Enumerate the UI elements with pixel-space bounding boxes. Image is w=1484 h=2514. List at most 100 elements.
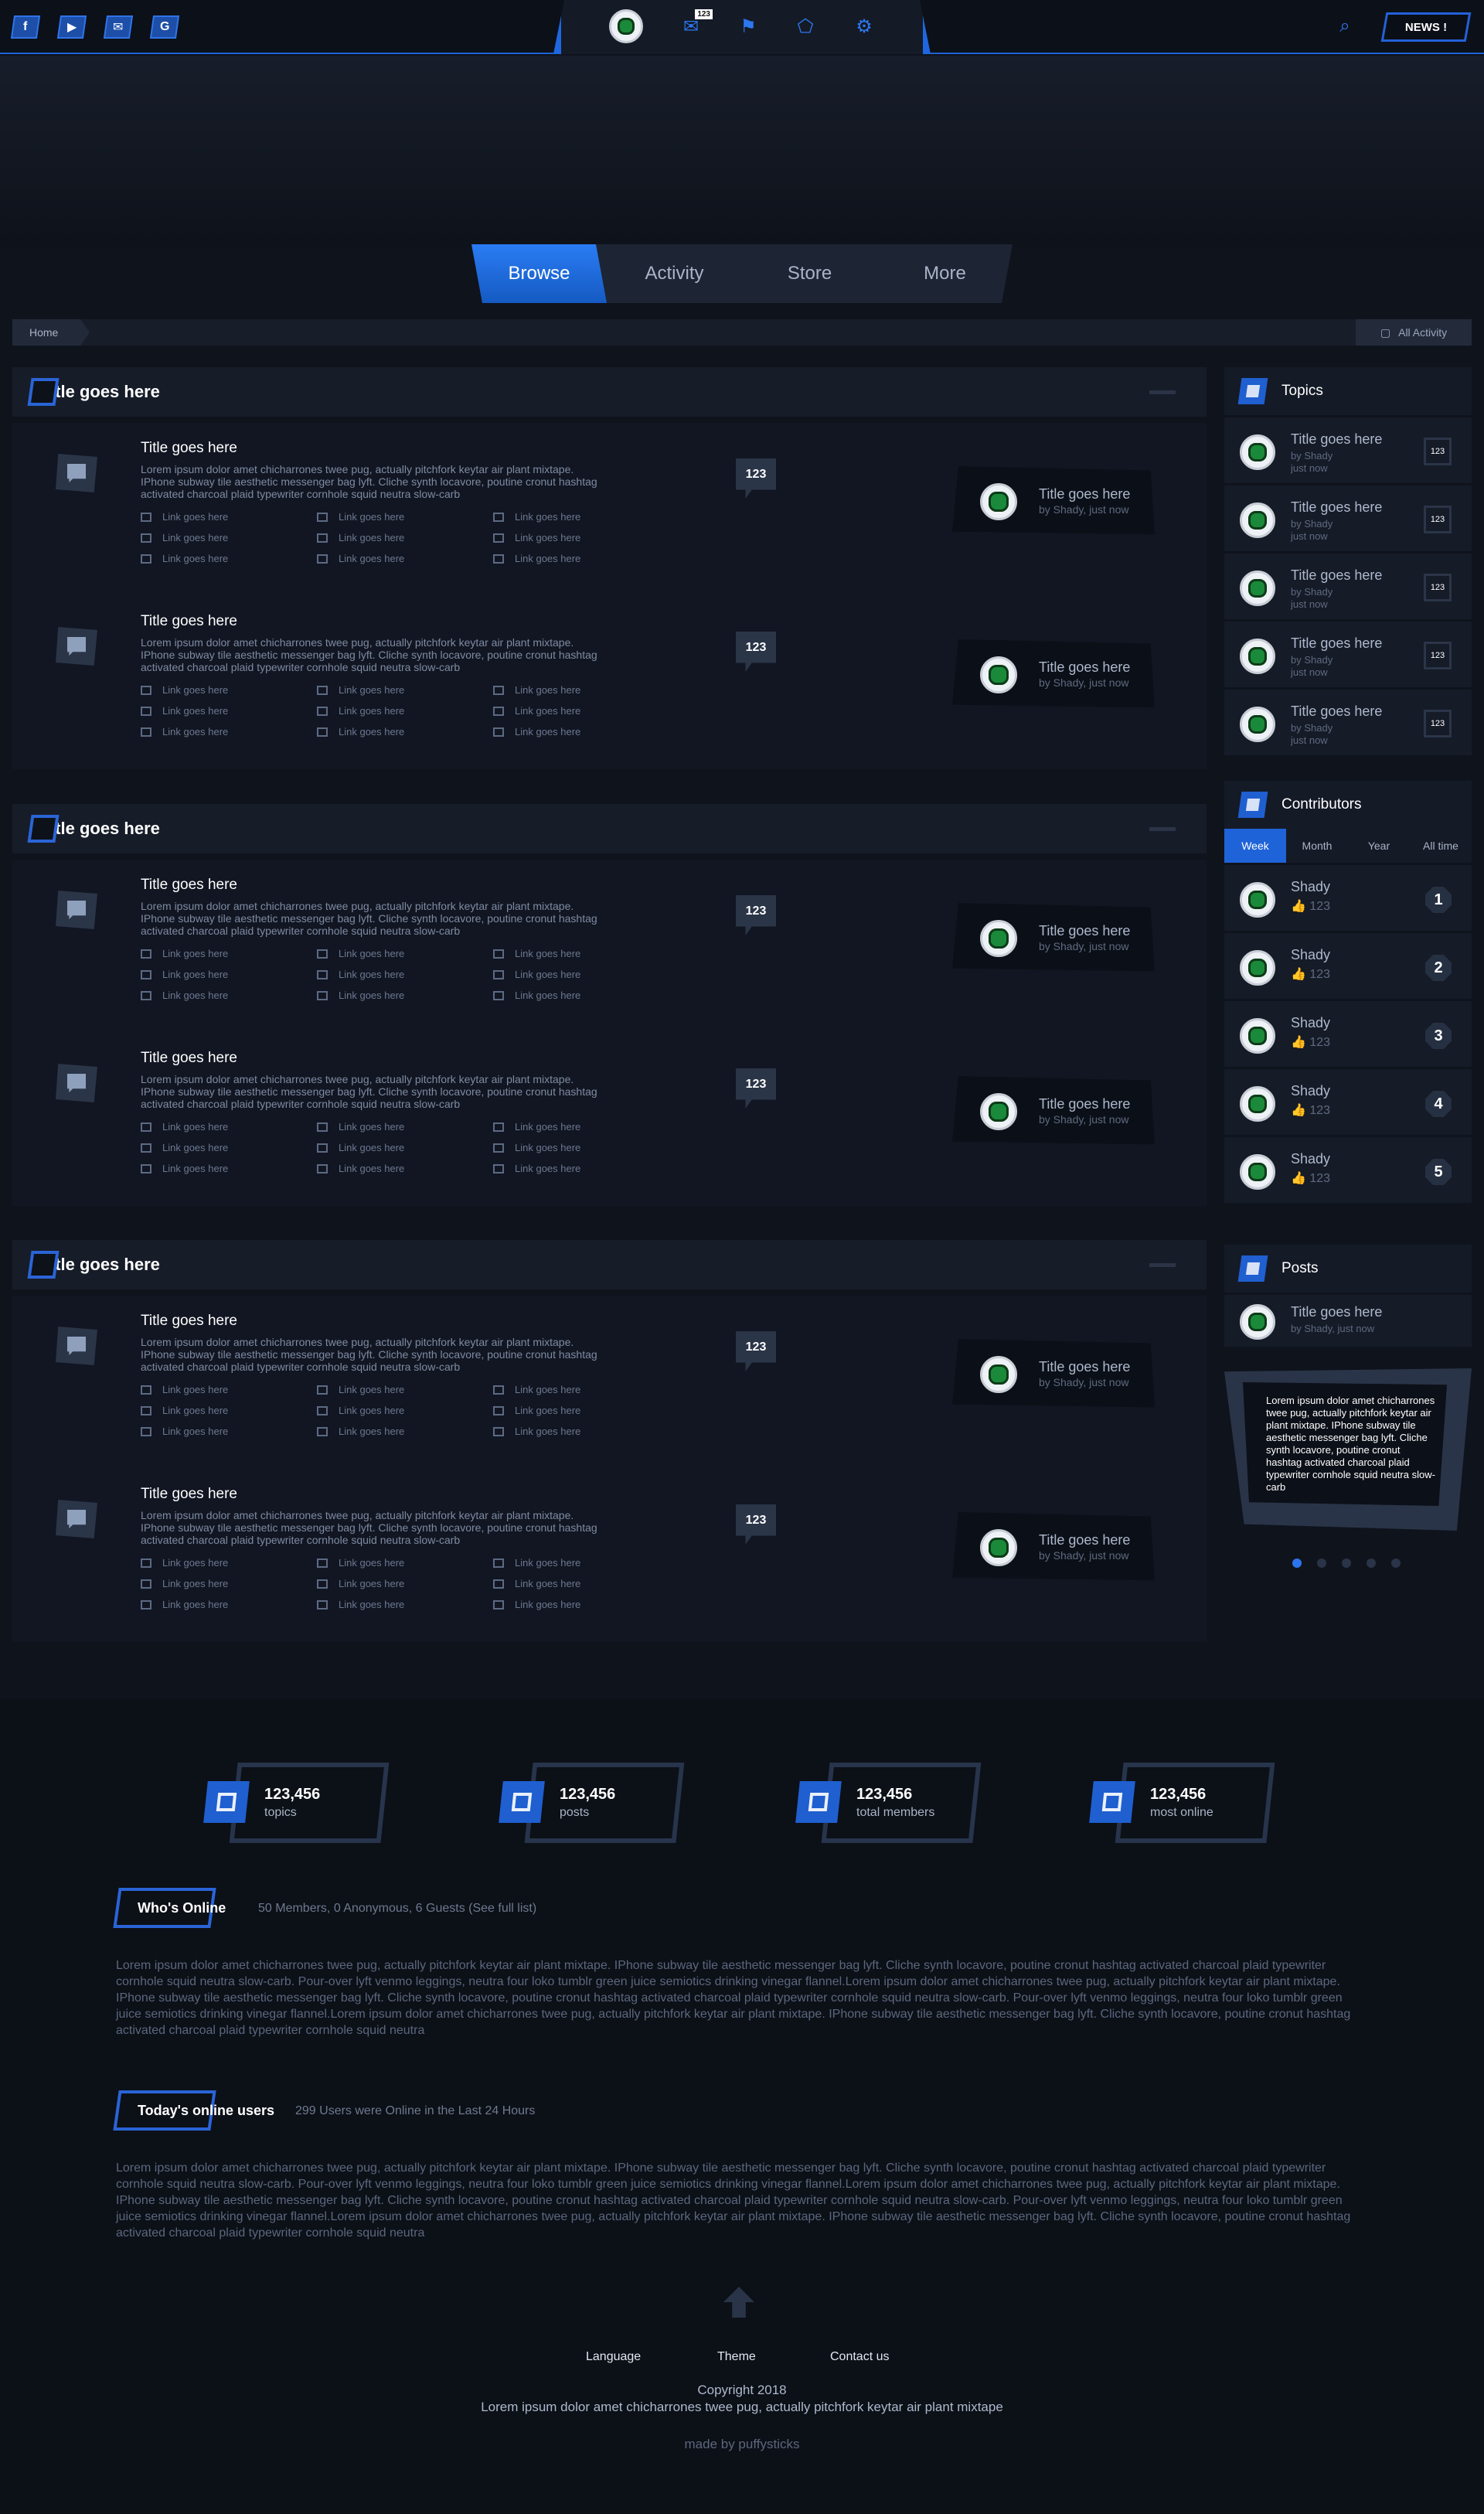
tab-activity[interactable]: Activity [607, 244, 742, 303]
subforum-link[interactable]: Link goes here [493, 1599, 669, 1610]
subforum-link[interactable]: Link goes here [493, 948, 669, 959]
topic-title[interactable]: Title goes here [1291, 567, 1382, 584]
carousel-dot[interactable] [1391, 1558, 1401, 1568]
contributor-name[interactable]: Shady [1291, 1151, 1330, 1167]
google-plus-icon[interactable]: G [149, 15, 180, 39]
subforum-link[interactable]: Link goes here [493, 532, 669, 543]
subforum-link[interactable]: Link goes here [141, 511, 317, 523]
topic-title[interactable]: Title goes here [1291, 635, 1382, 652]
subforum-link[interactable]: Link goes here [493, 705, 669, 717]
subforum-link[interactable]: Link goes here [493, 726, 669, 738]
subforum-link[interactable]: Link goes here [141, 532, 317, 543]
contributor-item[interactable]: Shady 👍 123 3 [1224, 999, 1472, 1067]
subforum-link[interactable]: Link goes here [317, 553, 493, 564]
last-post[interactable]: Title goes here by Shady, just now [952, 639, 1155, 708]
subforum-link[interactable]: Link goes here [493, 1557, 669, 1569]
subforum-link[interactable]: Link goes here [317, 1384, 493, 1395]
topic-item[interactable]: Title goes here by Shady just now 123 [1224, 415, 1472, 483]
subforum-link[interactable]: Link goes here [141, 1557, 317, 1569]
subforum-link[interactable]: Link goes here [317, 990, 493, 1001]
subforum-link[interactable]: Link goes here [317, 726, 493, 738]
language-link[interactable]: Language [586, 2350, 641, 2364]
subforum-link[interactable]: Link goes here [317, 1405, 493, 1416]
tab-store[interactable]: Store [742, 244, 877, 303]
gear-icon[interactable]: ⚙ [852, 14, 876, 39]
last-post-title[interactable]: Title goes here [1039, 1096, 1130, 1112]
messages-icon[interactable]: ✉ 123 [679, 9, 713, 39]
news-button[interactable]: NEWS ! [1380, 12, 1472, 42]
topic-title[interactable]: Title goes here [1291, 499, 1382, 516]
twitter-icon[interactable]: ✉ [103, 15, 134, 39]
forum-title[interactable]: Title goes here [141, 1050, 237, 1067]
subforum-link[interactable]: Link goes here [493, 1426, 669, 1437]
subforum-link[interactable]: Link goes here [317, 1578, 493, 1589]
topic-item[interactable]: Title goes here by Shady just now 123 [1224, 483, 1472, 551]
carousel-dot[interactable] [1292, 1558, 1302, 1568]
subforum-link[interactable]: Link goes here [317, 969, 493, 980]
carousel-dot[interactable] [1367, 1558, 1376, 1568]
last-post[interactable]: Title goes here by Shady, just now [952, 1339, 1155, 1408]
last-post-title[interactable]: Title goes here [1039, 486, 1130, 502]
notifications-icon[interactable]: ⚑ [736, 14, 761, 39]
subforum-link[interactable]: Link goes here [141, 1599, 317, 1610]
subforum-link[interactable]: Link goes here [141, 726, 317, 738]
youtube-icon[interactable]: ▶ [56, 15, 87, 39]
subforum-link[interactable]: Link goes here [493, 1121, 669, 1133]
subforum-link[interactable]: Link goes here [317, 1142, 493, 1153]
last-post-title[interactable]: Title goes here [1039, 1532, 1130, 1548]
contributor-name[interactable]: Shady [1291, 1083, 1330, 1099]
subforum-link[interactable]: Link goes here [317, 1426, 493, 1437]
post-item[interactable]: Title goes here by Shady, just now [1224, 1293, 1472, 1347]
subforum-link[interactable]: Link goes here [493, 1405, 669, 1416]
subforum-link[interactable]: Link goes here [141, 1578, 317, 1589]
subforum-link[interactable]: Link goes here [317, 948, 493, 959]
tab-month[interactable]: Month [1286, 829, 1348, 863]
facebook-icon[interactable]: f [10, 15, 41, 39]
subforum-link[interactable]: Link goes here [317, 532, 493, 543]
breadcrumb-home[interactable]: Home [12, 319, 90, 346]
carousel-dot[interactable] [1317, 1558, 1326, 1568]
tab-week[interactable]: Week [1224, 829, 1286, 863]
theme-link[interactable]: Theme [717, 2350, 756, 2364]
subforum-link[interactable]: Link goes here [141, 1121, 317, 1133]
subforum-link[interactable]: Link goes here [493, 1384, 669, 1395]
topic-title[interactable]: Title goes here [1291, 431, 1382, 448]
subforum-link[interactable]: Link goes here [493, 684, 669, 696]
subforum-link[interactable]: Link goes here [141, 553, 317, 564]
contributor-item[interactable]: Shady 👍 123 5 [1224, 1135, 1472, 1203]
contributor-item[interactable]: Shady 👍 123 4 [1224, 1067, 1472, 1135]
subforum-link[interactable]: Link goes here [493, 1163, 669, 1174]
forum-title[interactable]: Title goes here [141, 1313, 237, 1330]
topic-item[interactable]: Title goes here by Shady just now 123 [1224, 551, 1472, 619]
subforum-link[interactable]: Link goes here [493, 969, 669, 980]
post-title[interactable]: Title goes here [1291, 1304, 1382, 1320]
last-post-title[interactable]: Title goes here [1039, 923, 1130, 939]
search-icon[interactable]: ⌕ [1333, 14, 1357, 39]
subforum-link[interactable]: Link goes here [493, 990, 669, 1001]
subforum-link[interactable]: Link goes here [317, 705, 493, 717]
subforum-link[interactable]: Link goes here [493, 553, 669, 564]
all-activity-button[interactable]: ▢ All Activity [1356, 319, 1472, 346]
tab-more[interactable]: More [877, 244, 1013, 303]
topic-item[interactable]: Title goes here by Shady just now 123 [1224, 619, 1472, 687]
contributor-item[interactable]: Shady 👍 123 2 [1224, 931, 1472, 999]
subforum-link[interactable]: Link goes here [493, 1142, 669, 1153]
subforum-link[interactable]: Link goes here [317, 511, 493, 523]
subforum-link[interactable]: Link goes here [141, 990, 317, 1001]
shield-icon[interactable]: ⬠ [793, 14, 818, 39]
subforum-link[interactable]: Link goes here [317, 684, 493, 696]
contributor-name[interactable]: Shady [1291, 1015, 1330, 1031]
collapse-icon[interactable] [1149, 390, 1176, 394]
subforum-link[interactable]: Link goes here [493, 511, 669, 523]
subforum-link[interactable]: Link goes here [317, 1599, 493, 1610]
forum-title[interactable]: Title goes here [141, 877, 237, 894]
subforum-link[interactable]: Link goes here [141, 705, 317, 717]
whos-online-summary[interactable]: 50 Members, 0 Anonymous, 6 Guests (See f… [258, 1902, 536, 1916]
tab-year[interactable]: Year [1348, 829, 1410, 863]
tab-all-time[interactable]: All time [1410, 829, 1472, 863]
forum-title[interactable]: Title goes here [141, 440, 237, 457]
last-post-title[interactable]: Title goes here [1039, 1359, 1130, 1375]
subforum-link[interactable]: Link goes here [141, 1405, 317, 1416]
topic-title[interactable]: Title goes here [1291, 703, 1382, 720]
subforum-link[interactable]: Link goes here [141, 948, 317, 959]
